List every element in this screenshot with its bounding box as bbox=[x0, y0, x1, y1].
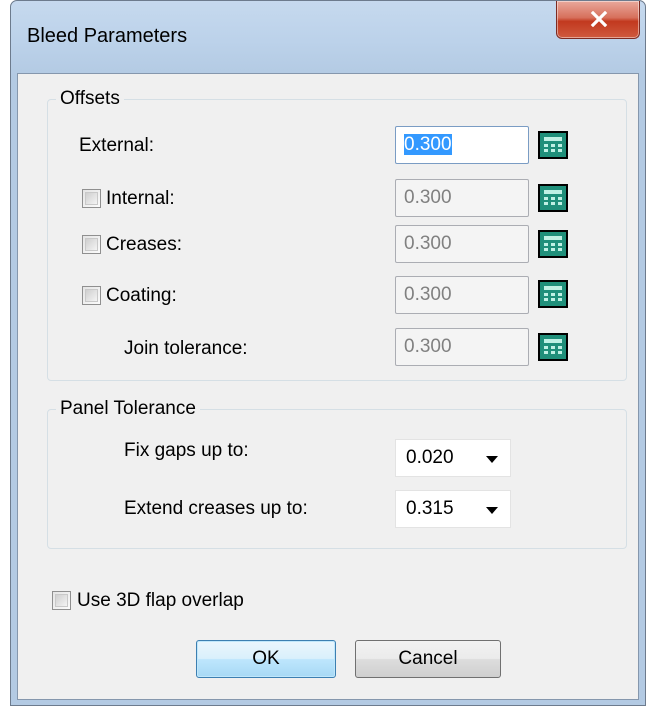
external-input[interactable]: 0.300 bbox=[395, 126, 529, 164]
join-tolerance-calculator-button[interactable] bbox=[538, 333, 568, 361]
internal-label: Internal: bbox=[106, 188, 175, 209]
use-3d-flap-overlap-label: Use 3D flap overlap bbox=[77, 590, 244, 611]
coating-checkbox[interactable] bbox=[82, 286, 101, 305]
extend-creases-label: Extend creases up to: bbox=[124, 498, 308, 519]
chevron-down-icon bbox=[486, 456, 498, 463]
join-tolerance-value: 0.300 bbox=[404, 336, 452, 357]
close-button[interactable] bbox=[556, 1, 640, 39]
bleed-parameters-dialog: Bleed Parameters Offsets External: 0.300… bbox=[10, 0, 646, 706]
close-icon bbox=[590, 11, 608, 27]
calculator-icon bbox=[544, 339, 562, 354]
title-bar[interactable]: Bleed Parameters bbox=[11, 1, 645, 73]
creases-calculator-button[interactable] bbox=[538, 230, 568, 258]
internal-value: 0.300 bbox=[404, 187, 452, 208]
creases-value: 0.300 bbox=[404, 233, 452, 254]
fix-gaps-label: Fix gaps up to: bbox=[124, 440, 249, 461]
internal-checkbox[interactable] bbox=[82, 189, 101, 208]
calculator-icon bbox=[544, 137, 562, 152]
coating-calculator-button[interactable] bbox=[538, 280, 568, 308]
offsets-legend: Offsets bbox=[56, 88, 124, 110]
panel-tolerance-group: Panel Tolerance bbox=[47, 398, 627, 549]
internal-input[interactable]: 0.300 bbox=[395, 179, 529, 217]
calculator-icon bbox=[544, 286, 562, 301]
dialog-client-area: Offsets External: 0.300 Internal: 0.300 bbox=[17, 73, 639, 700]
creases-input[interactable]: 0.300 bbox=[395, 225, 529, 263]
coating-label: Coating: bbox=[106, 285, 177, 306]
extend-creases-select[interactable]: 0.315 bbox=[395, 490, 511, 528]
calculator-icon bbox=[544, 236, 562, 251]
ok-button[interactable]: OK bbox=[196, 640, 336, 678]
chevron-down-icon bbox=[486, 507, 498, 514]
coating-value: 0.300 bbox=[404, 284, 452, 305]
external-label: External: bbox=[79, 135, 154, 156]
panel-tolerance-legend: Panel Tolerance bbox=[56, 398, 200, 420]
calculator-icon bbox=[544, 190, 562, 205]
fix-gaps-value: 0.020 bbox=[406, 447, 454, 468]
window-title: Bleed Parameters bbox=[27, 25, 188, 47]
creases-checkbox[interactable] bbox=[82, 235, 101, 254]
join-tolerance-input[interactable]: 0.300 bbox=[395, 328, 529, 366]
cancel-button[interactable]: Cancel bbox=[355, 640, 501, 678]
fix-gaps-select[interactable]: 0.020 bbox=[395, 439, 511, 477]
extend-creases-value: 0.315 bbox=[406, 498, 454, 519]
coating-input[interactable]: 0.300 bbox=[395, 276, 529, 314]
internal-calculator-button[interactable] bbox=[538, 184, 568, 212]
use-3d-flap-overlap-checkbox[interactable] bbox=[52, 591, 71, 610]
creases-label: Creases: bbox=[106, 234, 183, 255]
external-value: 0.300 bbox=[404, 134, 452, 155]
external-calculator-button[interactable] bbox=[538, 131, 568, 159]
join-tolerance-label: Join tolerance: bbox=[124, 338, 248, 359]
